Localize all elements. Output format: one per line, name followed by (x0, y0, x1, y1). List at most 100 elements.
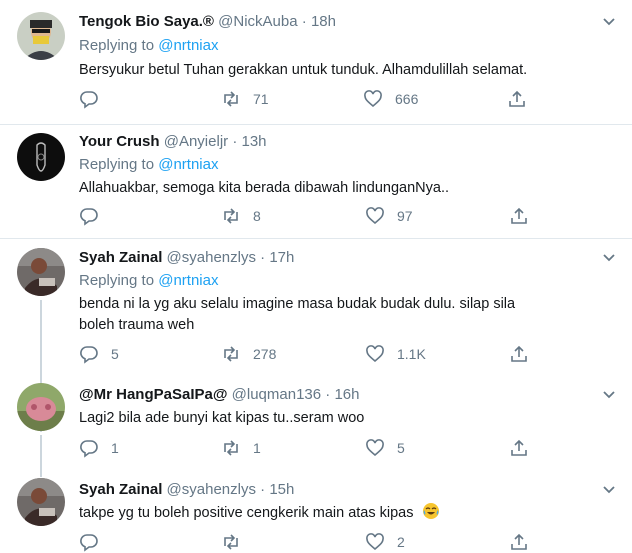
retweet-button[interactable]: 8 (221, 205, 261, 227)
mention-link[interactable]: @nrtniax (158, 37, 218, 54)
heart-icon (366, 207, 384, 225)
separator-dot: · (232, 133, 238, 150)
user-handle[interactable]: @syahenzlys (167, 249, 256, 266)
avatar[interactable] (17, 12, 65, 60)
display-name[interactable]: Your Crush (79, 133, 160, 150)
tweet[interactable]: Your Crush @Anyieljr · 13h Replying to @… (0, 125, 632, 239)
user-handle[interactable]: @syahenzlys (167, 481, 256, 498)
retweet-count: 1 (253, 440, 261, 456)
replying-to: Replying to @nrtniax (79, 272, 218, 289)
user-handle[interactable]: @Anyieljr (164, 133, 228, 150)
reply-button[interactable]: 5 (79, 343, 119, 365)
tweet-header: Syah Zainal @syahenzlys · 17h (79, 249, 294, 266)
display-name[interactable]: Syah Zainal (79, 481, 162, 498)
display-name[interactable]: Syah Zainal (79, 249, 162, 266)
retweet-button[interactable] (221, 531, 253, 553)
share-button[interactable] (509, 343, 529, 365)
reply-count: 5 (111, 346, 119, 362)
display-name[interactable]: Tengok Bio Saya.® (79, 13, 214, 30)
display-name[interactable]: @Mr HangPaSaIPa@ (79, 386, 227, 403)
tweet[interactable]: Syah Zainal @syahenzlys · 15h takpe yg t… (0, 472, 632, 553)
tears-of-joy-emoji (422, 503, 439, 519)
tweet[interactable]: Tengok Bio Saya.® @NickAuba · 18h Replyi… (0, 0, 632, 124)
chevron-down-icon[interactable] (602, 251, 616, 265)
chevron-down-icon[interactable] (602, 15, 616, 29)
tweet-header: @Mr HangPaSaIPa@ @luqman136 · 16h (79, 386, 359, 403)
like-count: 2 (397, 534, 405, 550)
mention-link[interactable]: @nrtniax (158, 156, 218, 173)
timestamp[interactable]: 15h (269, 481, 294, 498)
user-handle[interactable]: @NickAuba (218, 13, 297, 30)
reply-button[interactable] (79, 205, 111, 227)
tweet-text: benda ni la yg aku selalu imagine masa b… (79, 296, 516, 333)
share-icon (511, 439, 527, 456)
reply-button[interactable] (79, 531, 111, 553)
retweet-icon (224, 440, 238, 456)
separator-dot: · (260, 481, 266, 498)
heart-icon (366, 439, 384, 457)
like-count: 1.1K (397, 346, 426, 362)
separator-dot: · (301, 13, 307, 30)
retweet-icon (224, 208, 238, 224)
timestamp[interactable]: 16h (334, 386, 359, 403)
timestamp[interactable]: 13h (242, 133, 267, 150)
reply-icon (80, 208, 98, 226)
chevron-down-icon[interactable] (602, 483, 616, 497)
tweet-text: Lagi2 bila ade bunyi kat kipas tu..seram… (79, 410, 365, 426)
timestamp[interactable]: 17h (269, 249, 294, 266)
replying-to-label: Replying to (79, 272, 155, 289)
tweet-header: Syah Zainal @syahenzlys · 15h (79, 481, 294, 498)
avatar[interactable] (17, 478, 65, 526)
share-icon (511, 207, 527, 224)
mention-link[interactable]: @nrtniax (158, 272, 218, 289)
avatar[interactable] (17, 248, 65, 296)
reply-count: 1 (111, 440, 119, 456)
tweet[interactable]: Syah Zainal @syahenzlys · 17h Replying t… (0, 239, 632, 432)
avatar[interactable] (17, 383, 65, 431)
share-button[interactable] (509, 205, 529, 227)
tweet-text-container: takpe yg tu boleh positive cengkerik mai… (79, 502, 599, 524)
timestamp[interactable]: 18h (311, 13, 336, 30)
replying-to-label: Replying to (79, 156, 155, 173)
replying-to: Replying to @nrtniax (79, 37, 218, 54)
replying-to-label: Replying to (79, 37, 155, 54)
retweet-button[interactable]: 1 (221, 437, 261, 459)
avatar[interactable] (17, 133, 65, 181)
reply-icon (80, 440, 98, 458)
like-button[interactable]: 1.1K (365, 343, 426, 365)
separator-dot: · (260, 249, 266, 266)
heart-icon (364, 90, 382, 108)
share-icon (511, 533, 527, 550)
replying-to: Replying to @nrtniax (79, 156, 218, 173)
reply-icon (80, 91, 98, 109)
like-button[interactable]: 2 (365, 531, 405, 553)
retweet-count: 278 (253, 346, 277, 362)
share-button[interactable] (509, 531, 529, 553)
tweet-text: Allahuakbar, semoga kita berada dibawah … (79, 180, 449, 196)
retweet-icon (224, 534, 238, 550)
like-count: 5 (397, 440, 405, 456)
user-handle[interactable]: @luqman136 (232, 386, 321, 403)
tweet-text: takpe yg tu boleh positive cengkerik mai… (79, 505, 414, 521)
chevron-down-icon[interactable] (602, 388, 616, 402)
share-button[interactable] (509, 437, 529, 459)
heart-icon (366, 533, 384, 551)
like-button[interactable]: 97 (365, 205, 413, 227)
heart-icon (366, 345, 384, 363)
like-button[interactable]: 5 (365, 437, 405, 459)
like-button[interactable]: 666 (363, 88, 418, 110)
reply-button[interactable] (79, 88, 111, 110)
retweet-button[interactable]: 71 (221, 88, 269, 110)
reply-button[interactable]: 1 (79, 437, 119, 459)
share-button[interactable] (507, 88, 527, 110)
tweet-header: Your Crush @Anyieljr · 13h (79, 133, 267, 150)
tweet-header: Tengok Bio Saya.® @NickAuba · 18h (79, 13, 336, 30)
retweet-button[interactable]: 278 (221, 343, 276, 365)
like-count: 97 (397, 208, 413, 224)
retweet-icon (224, 346, 238, 362)
tweet-text: Bersyukur betul Tuhan gerakkan untuk tun… (79, 62, 528, 78)
share-icon (509, 90, 525, 107)
thread-line (40, 435, 42, 477)
tweet[interactable]: @Mr HangPaSaIPa@ @luqman136 · 16h Lagi2 … (0, 372, 632, 477)
reply-icon (80, 534, 98, 552)
